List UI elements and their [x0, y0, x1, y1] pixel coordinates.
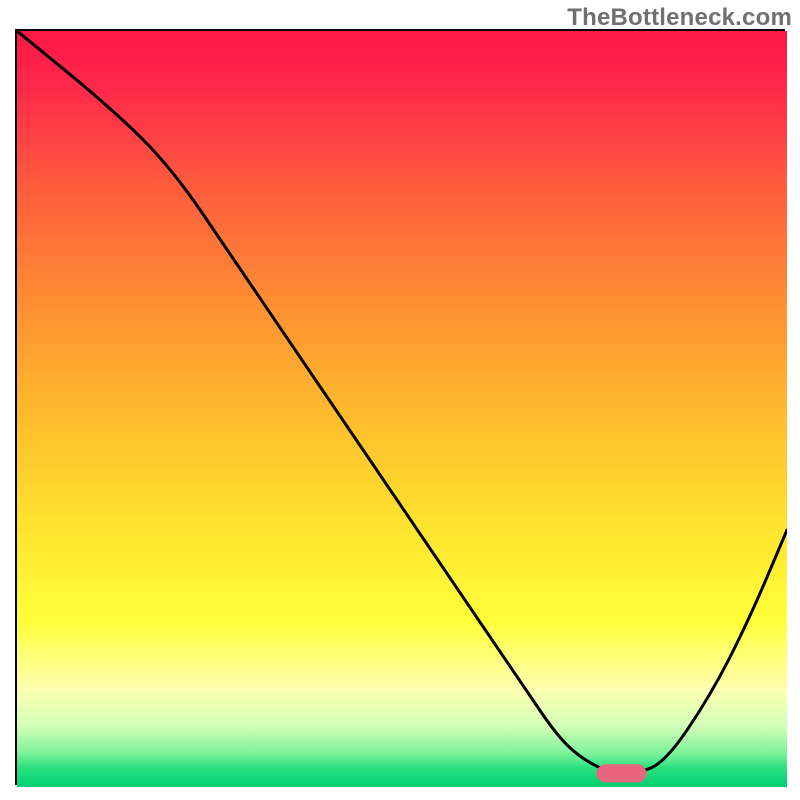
optimal-marker [596, 764, 646, 782]
plot-area [15, 29, 785, 785]
chart-container: TheBottleneck.com [0, 0, 800, 800]
plot-svg [17, 31, 787, 787]
gradient-background [17, 31, 787, 787]
watermark-label: TheBottleneck.com [567, 4, 792, 32]
